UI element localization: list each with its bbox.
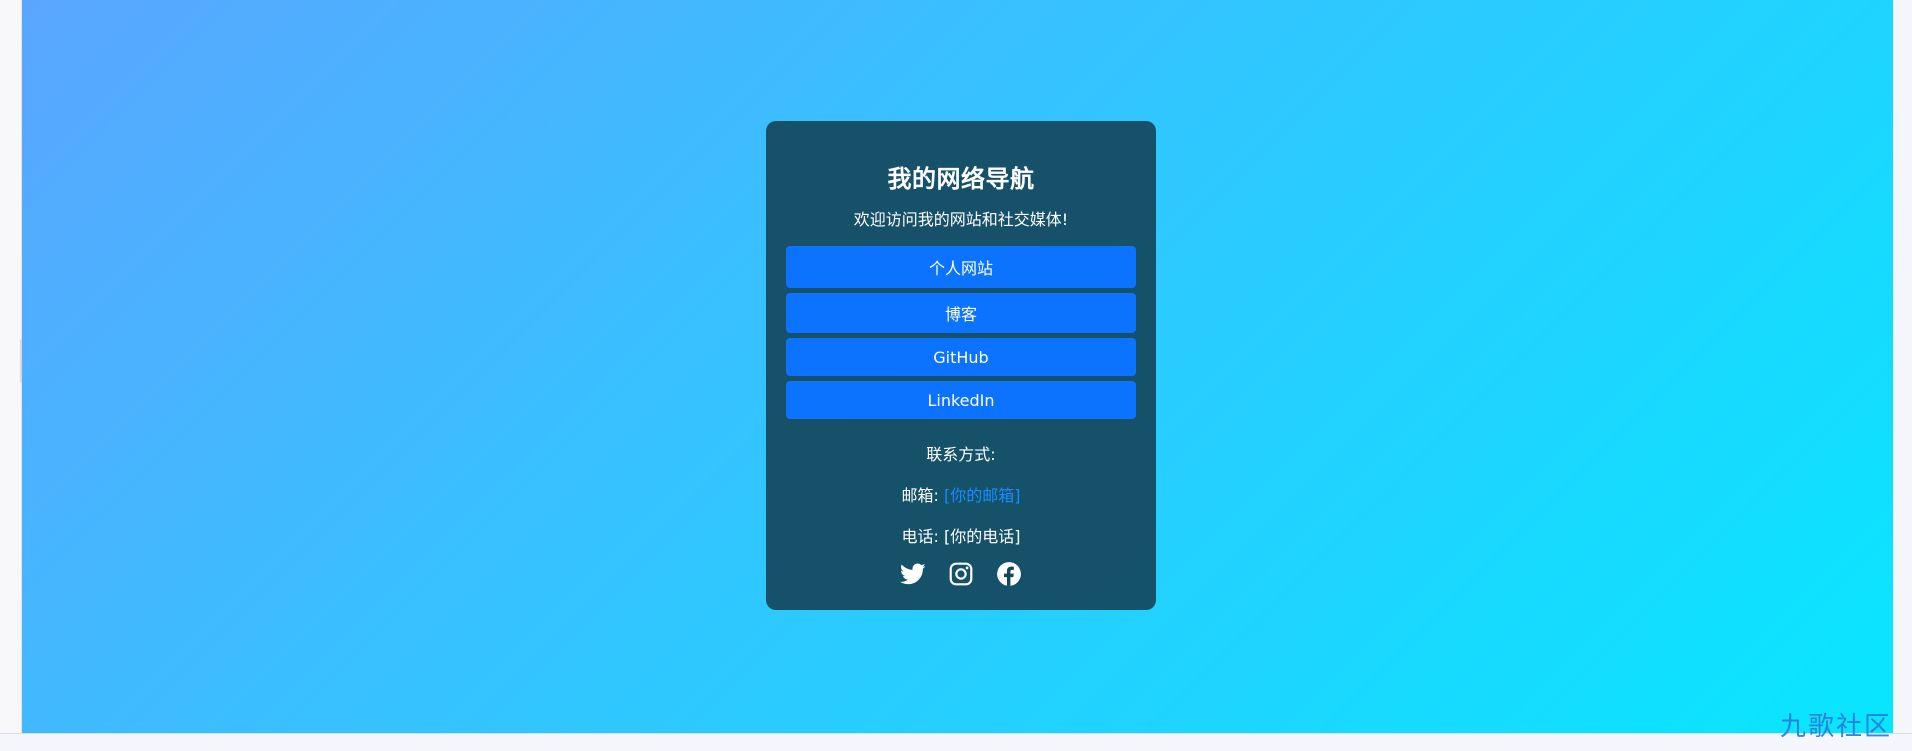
- bottom-window-frame: [0, 733, 1912, 751]
- left-window-frame: [0, 0, 22, 733]
- email-line: 邮箱: [你的邮箱]: [766, 482, 1156, 506]
- twitter-icon[interactable]: [900, 561, 926, 587]
- email-link[interactable]: [你的邮箱]: [944, 486, 1021, 505]
- linkedin-button[interactable]: LinkedIn: [786, 381, 1136, 419]
- personal-site-button[interactable]: 个人网站: [786, 246, 1136, 288]
- phone-line: 电话: [你的电话]: [766, 523, 1156, 547]
- navigation-card: 我的网络导航 欢迎访问我的网站和社交媒体! 个人网站 博客 GitHub Lin…: [766, 121, 1156, 610]
- phone-value: [你的电话]: [944, 527, 1021, 546]
- email-label: 邮箱:: [901, 486, 939, 505]
- blog-button[interactable]: 博客: [786, 293, 1136, 333]
- right-window-frame: [1893, 0, 1912, 733]
- github-button[interactable]: GitHub: [786, 338, 1136, 376]
- instagram-icon[interactable]: [948, 561, 974, 587]
- welcome-text: 欢迎访问我的网站和社交媒体!: [853, 210, 1069, 229]
- facebook-icon[interactable]: [996, 561, 1022, 587]
- page-title: 我的网络导航: [887, 165, 1035, 193]
- contact-heading: 联系方式:: [926, 445, 996, 464]
- watermark-text: 九歌社区: [1780, 712, 1893, 742]
- social-links: [766, 561, 1156, 587]
- phone-label: 电话:: [901, 527, 939, 546]
